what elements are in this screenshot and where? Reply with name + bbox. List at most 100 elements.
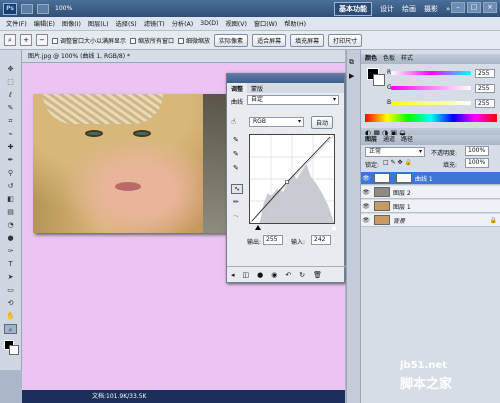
- eye-icon[interactable]: 👁: [361, 175, 371, 182]
- opacity-field[interactable]: 100%: [465, 146, 489, 156]
- zoom-level[interactable]: 100%: [55, 5, 72, 12]
- lock-icons-icon[interactable]: □ ✎ ✥ 🔒: [383, 159, 412, 166]
- curve-point-tool-icon[interactable]: ∿: [231, 184, 243, 194]
- delete-icon[interactable]: 🗑: [313, 271, 322, 279]
- history-brush-icon[interactable]: ↺: [4, 181, 17, 191]
- workspace-painting[interactable]: 绘画: [402, 4, 416, 14]
- expand-view-icon[interactable]: ◫: [243, 271, 250, 279]
- minimize-icon[interactable]: –: [451, 2, 465, 13]
- white-point-eyedropper-icon[interactable]: ✎: [233, 164, 239, 172]
- auto-button[interactable]: 自动: [311, 116, 334, 129]
- menu-help[interactable]: 帮助(H): [284, 19, 306, 28]
- healing-tool-icon[interactable]: ✚: [4, 142, 17, 152]
- eraser-tool-icon[interactable]: ◧: [4, 194, 17, 204]
- zoom-in-icon[interactable]: +: [20, 34, 32, 46]
- menu-3d[interactable]: 3D(D): [200, 20, 218, 27]
- stamp-tool-icon[interactable]: ⚲: [4, 168, 17, 178]
- scrubby-zoom-option[interactable]: 细微缩放: [178, 36, 210, 45]
- zoom-out-icon[interactable]: −: [36, 34, 48, 46]
- gradient-tool-icon[interactable]: ▤: [4, 207, 17, 217]
- eye-icon[interactable]: 👁: [361, 203, 371, 210]
- curves-panel-header[interactable]: [227, 74, 344, 83]
- dodge-tool-icon[interactable]: ●: [4, 233, 17, 243]
- menu-view[interactable]: 视图(V): [225, 19, 246, 28]
- g-slider[interactable]: [391, 86, 471, 90]
- scrubby-checkbox[interactable]: [178, 38, 185, 44]
- tab-channels[interactable]: 通道: [383, 135, 395, 145]
- move-tool-icon[interactable]: ✥: [4, 64, 17, 74]
- lasso-tool-icon[interactable]: ℓ: [4, 90, 17, 100]
- tab-swatches[interactable]: 色板: [383, 54, 395, 64]
- menu-window[interactable]: 窗口(W): [254, 19, 277, 28]
- tab-styles[interactable]: 样式: [401, 54, 413, 64]
- workspace-essentials[interactable]: 基本功能: [334, 1, 372, 16]
- blur-tool-icon[interactable]: ◔: [4, 220, 17, 230]
- actions-panel-icon[interactable]: ▶: [349, 72, 354, 80]
- color-spectrum-bar[interactable]: [365, 114, 497, 122]
- fit-screen-button[interactable]: 适合屏幕: [252, 33, 287, 47]
- menu-file[interactable]: 文件(F): [6, 19, 27, 28]
- tab-color[interactable]: 颜色: [365, 54, 377, 64]
- r-value[interactable]: 255: [475, 69, 495, 78]
- color-bg-swatch[interactable]: [373, 74, 385, 86]
- tab-paths[interactable]: 路径: [401, 135, 413, 145]
- pencil-draw-icon[interactable]: ✏: [233, 198, 239, 206]
- print-size-button[interactable]: 打印尺寸: [328, 33, 363, 47]
- zoom-tool-active-icon[interactable]: ⌕: [4, 324, 17, 334]
- crop-tool-icon[interactable]: ⌗: [4, 116, 17, 126]
- curve-point[interactable]: [285, 180, 289, 184]
- layer-row-1[interactable]: 👁 图层 1: [361, 200, 500, 213]
- fill-screen-button[interactable]: 填充屏幕: [290, 33, 325, 47]
- layer-row-background[interactable]: 👁 背景 🔒: [361, 214, 500, 227]
- on-image-tool-icon[interactable]: ☝: [231, 117, 236, 126]
- workspace-design[interactable]: 设计: [380, 4, 394, 14]
- blend-mode-dropdown[interactable]: 正常: [365, 147, 425, 157]
- menu-analysis[interactable]: 分析(A): [172, 19, 193, 28]
- preset-dropdown[interactable]: 自定: [247, 95, 339, 105]
- black-input-slider[interactable]: [255, 225, 261, 230]
- eye-icon[interactable]: 👁: [361, 189, 371, 196]
- type-tool-icon[interactable]: T: [4, 259, 17, 269]
- tab-adjustments[interactable]: 调整: [227, 83, 248, 93]
- background-color-swatch[interactable]: [9, 345, 19, 355]
- g-value[interactable]: 255: [475, 84, 495, 93]
- zoom-tool-icon[interactable]: ⌕: [4, 34, 16, 46]
- maximize-icon[interactable]: □: [467, 2, 481, 13]
- output-field[interactable]: 255: [263, 235, 283, 245]
- reset-icon[interactable]: ↻: [299, 271, 305, 279]
- smooth-curve-icon[interactable]: ⤳: [233, 212, 239, 221]
- 3d-tool-icon[interactable]: ⟲: [4, 298, 17, 308]
- bridge-icon[interactable]: [21, 3, 33, 14]
- path-select-icon[interactable]: ➤: [4, 272, 17, 282]
- input-field[interactable]: 242: [311, 235, 331, 245]
- brush-tool-icon[interactable]: ✒: [4, 155, 17, 165]
- clip-layer-icon[interactable]: ●: [257, 271, 263, 279]
- minibridge-icon[interactable]: [37, 3, 49, 14]
- layer-row-curves[interactable]: 👁 曲线 1: [361, 172, 500, 185]
- zoom-all-checkbox[interactable]: [130, 38, 137, 44]
- history-panel-icon[interactable]: ⧉: [349, 58, 354, 67]
- channel-dropdown[interactable]: RGB: [249, 117, 304, 127]
- eye-icon[interactable]: 👁: [361, 217, 371, 224]
- back-arrow-icon[interactable]: ◂: [231, 271, 235, 279]
- quick-select-tool-icon[interactable]: ✎: [4, 103, 17, 113]
- gray-point-eyedropper-icon[interactable]: ✎: [233, 150, 239, 158]
- resize-windows-option[interactable]: 调整窗口大小以满屏显示: [52, 36, 126, 45]
- menu-layer[interactable]: 图层(L): [88, 19, 109, 28]
- actual-pixels-button[interactable]: 实际像素: [214, 33, 249, 47]
- workspace-more[interactable]: »: [446, 5, 450, 13]
- resize-checkbox[interactable]: [52, 38, 58, 44]
- zoom-all-option[interactable]: 缩放所有窗口: [130, 36, 174, 45]
- eyedropper-tool-icon[interactable]: ⌁: [4, 129, 17, 139]
- b-slider[interactable]: [391, 101, 471, 105]
- visibility-icon[interactable]: ◉: [271, 271, 277, 279]
- r-slider[interactable]: [391, 71, 471, 75]
- tab-masks[interactable]: 蒙版: [247, 83, 267, 93]
- marquee-tool-icon[interactable]: ⬚: [4, 77, 17, 87]
- pen-tool-icon[interactable]: ✑: [4, 246, 17, 256]
- layer-row-2[interactable]: 👁 图层 2: [361, 186, 500, 199]
- workspace-photography[interactable]: 摄影: [424, 4, 438, 14]
- b-value[interactable]: 255: [475, 99, 495, 108]
- document-tab[interactable]: 图片.jpg @ 100% (曲线 1, RGB/8) *: [22, 50, 345, 63]
- hand-tool-icon[interactable]: ✋: [4, 311, 17, 321]
